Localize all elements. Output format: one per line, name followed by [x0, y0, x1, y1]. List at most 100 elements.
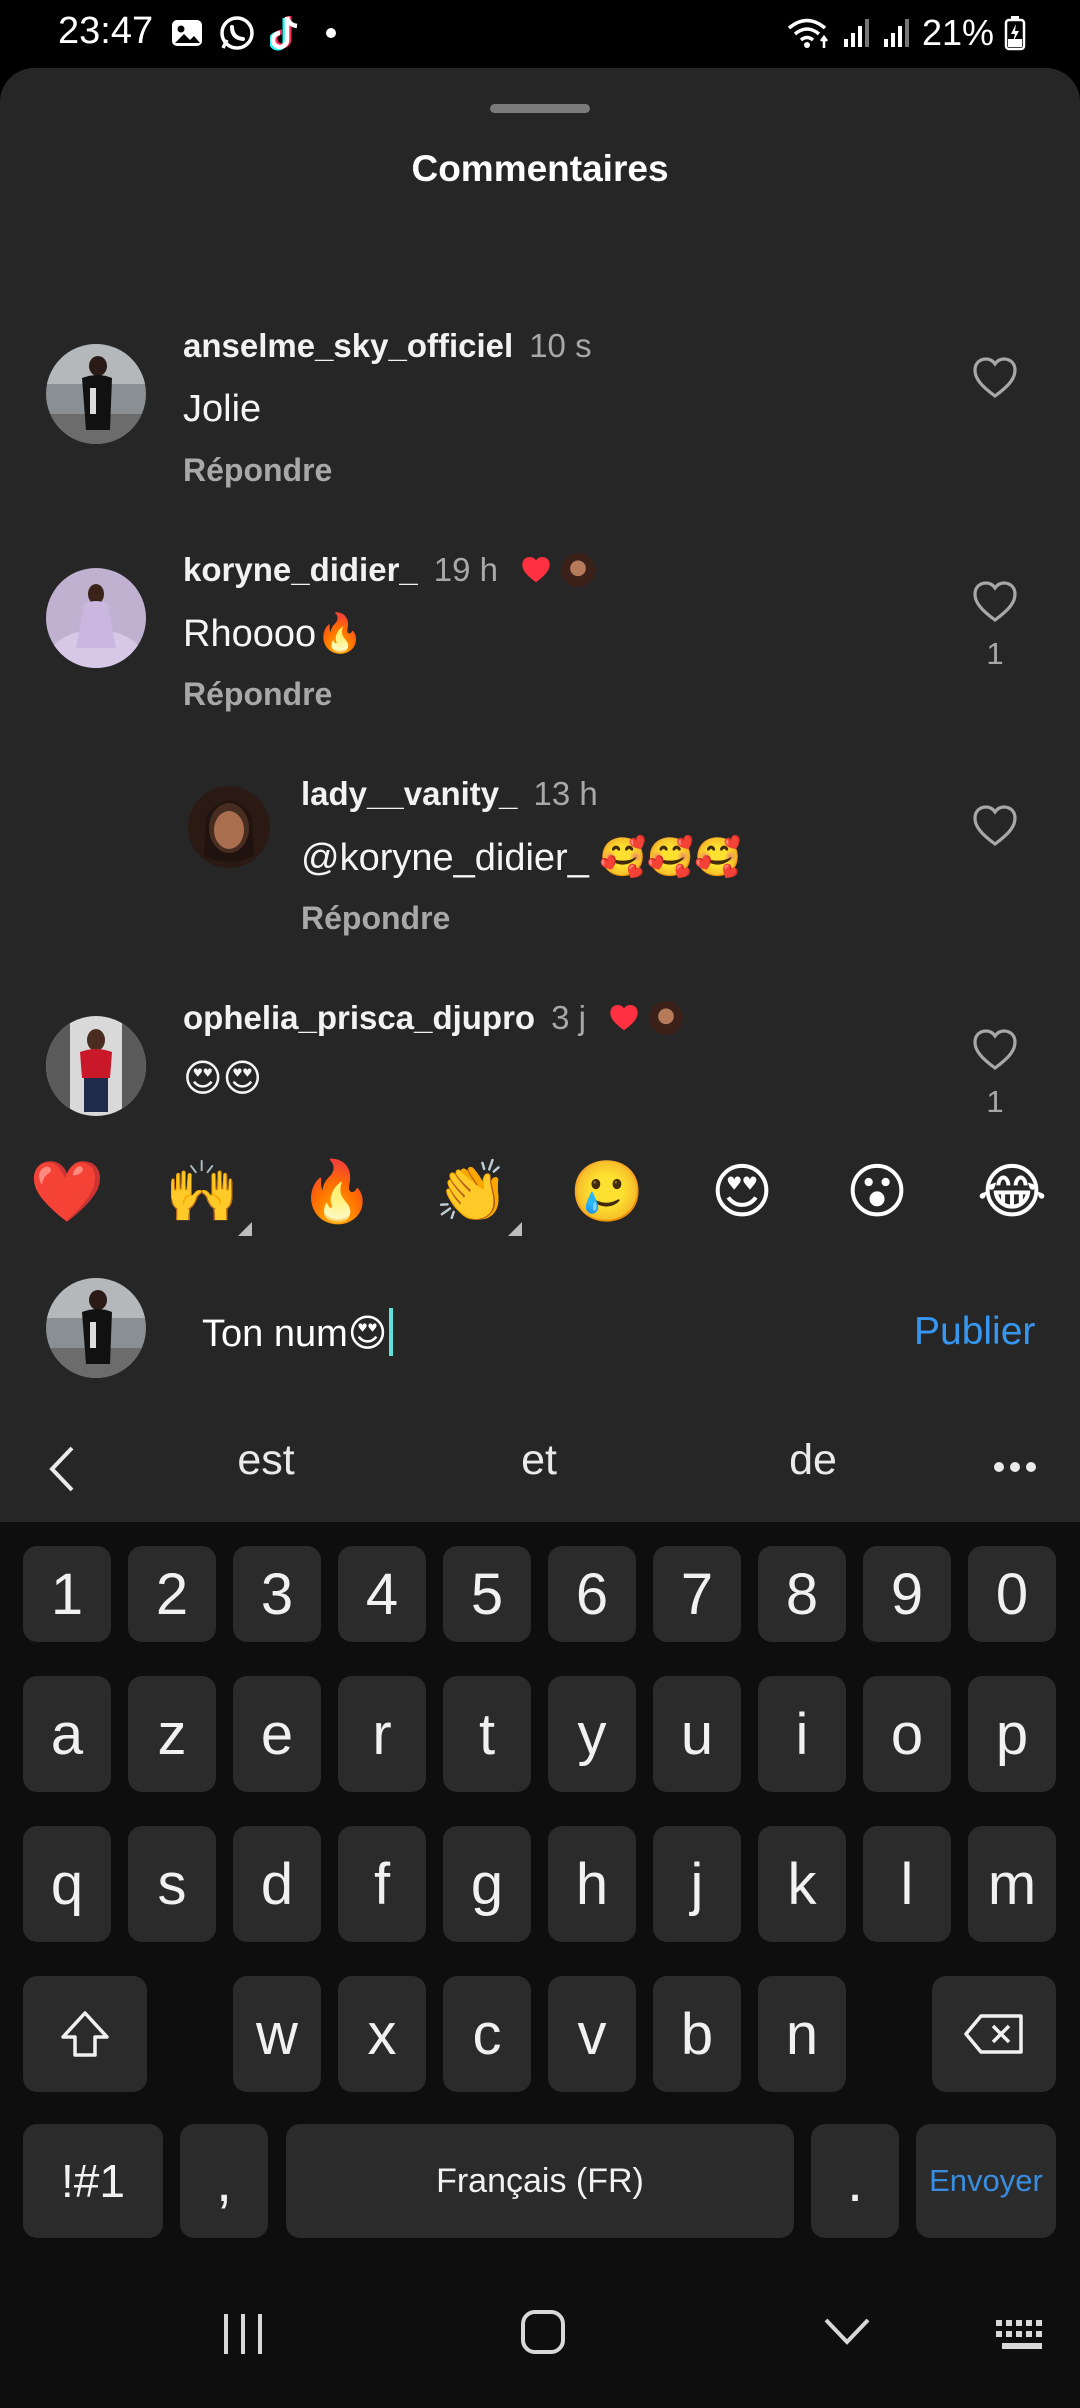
- comment-username[interactable]: lady__vanity_ 13 h: [301, 775, 598, 813]
- comment-username[interactable]: anselme_sky_officiel 10 s: [183, 327, 592, 365]
- key[interactable]: h: [548, 1826, 636, 1942]
- key[interactable]: s: [128, 1826, 216, 1942]
- signal-icon: [883, 19, 909, 47]
- space-key[interactable]: Français (FR): [286, 2124, 794, 2238]
- recent-apps-icon[interactable]: [220, 2312, 266, 2356]
- key[interactable]: 0: [968, 1546, 1056, 1642]
- sheet-drag-handle[interactable]: [490, 104, 590, 113]
- key[interactable]: y: [548, 1676, 636, 1792]
- key[interactable]: p: [968, 1676, 1056, 1792]
- key[interactable]: n: [758, 1976, 846, 2092]
- comment-time: 19 h: [433, 551, 499, 588]
- status-time: 23:47: [58, 10, 154, 52]
- reply-button[interactable]: Répondre: [183, 676, 332, 713]
- key[interactable]: q: [23, 1826, 111, 1942]
- author-avatar: [649, 1001, 684, 1035]
- keyboard-toggle-icon[interactable]: [994, 2318, 1050, 2352]
- key[interactable]: u: [653, 1676, 741, 1792]
- like-heart-icon[interactable]: [972, 356, 1018, 400]
- key[interactable]: 7: [653, 1546, 741, 1642]
- comment-username[interactable]: ophelia_prisca_djupro 3 j: [183, 999, 684, 1037]
- like-count: 1: [986, 1084, 1004, 1119]
- key[interactable]: 2: [128, 1546, 216, 1642]
- comment-text: 😍😍: [183, 1058, 263, 1100]
- key[interactable]: w: [233, 1976, 321, 2092]
- emoji-surprised[interactable]: 😮: [832, 1150, 922, 1234]
- comment-item: ophelia_prisca_djupro 3 j 😍😍 1: [0, 992, 1080, 1122]
- publish-button[interactable]: Publier: [914, 1310, 1035, 1354]
- like-heart-icon[interactable]: [972, 804, 1018, 848]
- comma-key[interactable]: ,: [180, 2124, 268, 2238]
- chevron-left-icon[interactable]: [44, 1444, 78, 1494]
- period-key[interactable]: .: [811, 2124, 899, 2238]
- emoji-smiling-tear[interactable]: 🥲: [562, 1150, 652, 1234]
- emoji-reaction-bar: ❤️ 🙌 🔥 👏 🥲 😍 😮 😂: [0, 1150, 1080, 1236]
- emoji-fire[interactable]: 🔥: [292, 1150, 382, 1234]
- shift-arrow-icon: [61, 2011, 109, 2057]
- reply-button[interactable]: Répondre: [183, 452, 332, 489]
- emoji-clapping[interactable]: 👏: [427, 1150, 517, 1234]
- avatar[interactable]: [188, 786, 270, 868]
- key[interactable]: f: [338, 1826, 426, 1942]
- like-heart-icon[interactable]: [972, 1028, 1018, 1072]
- key[interactable]: b: [653, 1976, 741, 2092]
- avatar[interactable]: [46, 1016, 146, 1116]
- avatar[interactable]: [46, 568, 146, 668]
- comment-time: 3 j: [551, 999, 586, 1036]
- comment-time: 13 h: [533, 775, 598, 812]
- send-key[interactable]: Envoyer: [916, 2124, 1056, 2238]
- suggestion-word[interactable]: est: [166, 1436, 366, 1485]
- symbols-key[interactable]: !#1: [23, 2124, 163, 2238]
- key[interactable]: 6: [548, 1546, 636, 1642]
- key[interactable]: 9: [863, 1546, 951, 1642]
- gallery-icon: [172, 20, 202, 46]
- key[interactable]: j: [653, 1826, 741, 1942]
- emoji-raised-hands[interactable]: 🙌: [157, 1150, 247, 1234]
- my-avatar: [46, 1278, 146, 1378]
- emoji-heart[interactable]: ❤️: [22, 1150, 112, 1234]
- suggestion-word[interactable]: et: [439, 1436, 639, 1485]
- shift-key[interactable]: [23, 1976, 147, 2092]
- backspace-key[interactable]: [932, 1976, 1056, 2092]
- key[interactable]: k: [758, 1826, 846, 1942]
- key[interactable]: i: [758, 1676, 846, 1792]
- key[interactable]: e: [233, 1676, 321, 1792]
- suggestion-word[interactable]: de: [713, 1436, 913, 1485]
- text-caret: [389, 1308, 394, 1356]
- key[interactable]: d: [233, 1826, 321, 1942]
- key[interactable]: r: [338, 1676, 426, 1792]
- comment-username[interactable]: koryne_didier_ 19 h: [183, 551, 596, 589]
- back-chevron-down-icon[interactable]: [822, 2316, 872, 2348]
- key[interactable]: 3: [233, 1546, 321, 1642]
- comment-text: Jolie: [183, 388, 262, 430]
- key[interactable]: a: [23, 1676, 111, 1792]
- reply-button[interactable]: Répondre: [301, 900, 450, 937]
- comment-input[interactable]: Ton num😍: [202, 1308, 394, 1356]
- like-count: 1: [986, 636, 1004, 671]
- key[interactable]: 8: [758, 1546, 846, 1642]
- key[interactable]: c: [443, 1976, 531, 2092]
- key[interactable]: o: [863, 1676, 951, 1792]
- key[interactable]: z: [128, 1676, 216, 1792]
- key[interactable]: l: [863, 1826, 951, 1942]
- more-options-icon[interactable]: [992, 1460, 1038, 1474]
- comment-time: 10 s: [529, 327, 592, 364]
- avatar[interactable]: [46, 344, 146, 444]
- key[interactable]: x: [338, 1976, 426, 2092]
- emoji-heart-eyes[interactable]: 😍: [697, 1150, 787, 1234]
- skin-tone-indicator: [508, 1222, 522, 1236]
- home-icon[interactable]: [519, 2308, 567, 2356]
- key[interactable]: 4: [338, 1546, 426, 1642]
- comment-item: koryne_didier_ 19 h Rhoooo🔥 Répondre 1: [0, 544, 1080, 724]
- key[interactable]: t: [443, 1676, 531, 1792]
- key[interactable]: 1: [23, 1546, 111, 1642]
- emoji-tears-of-joy[interactable]: 😂: [967, 1150, 1057, 1234]
- system-navigation-bar: [0, 2262, 1080, 2408]
- comment-text: Rhoooo🔥: [183, 613, 364, 655]
- key[interactable]: 5: [443, 1546, 531, 1642]
- comment-text: @koryne_didier_ 🥰🥰🥰: [301, 837, 742, 879]
- like-heart-icon[interactable]: [972, 580, 1018, 624]
- key[interactable]: v: [548, 1976, 636, 2092]
- key[interactable]: g: [443, 1826, 531, 1942]
- key[interactable]: m: [968, 1826, 1056, 1942]
